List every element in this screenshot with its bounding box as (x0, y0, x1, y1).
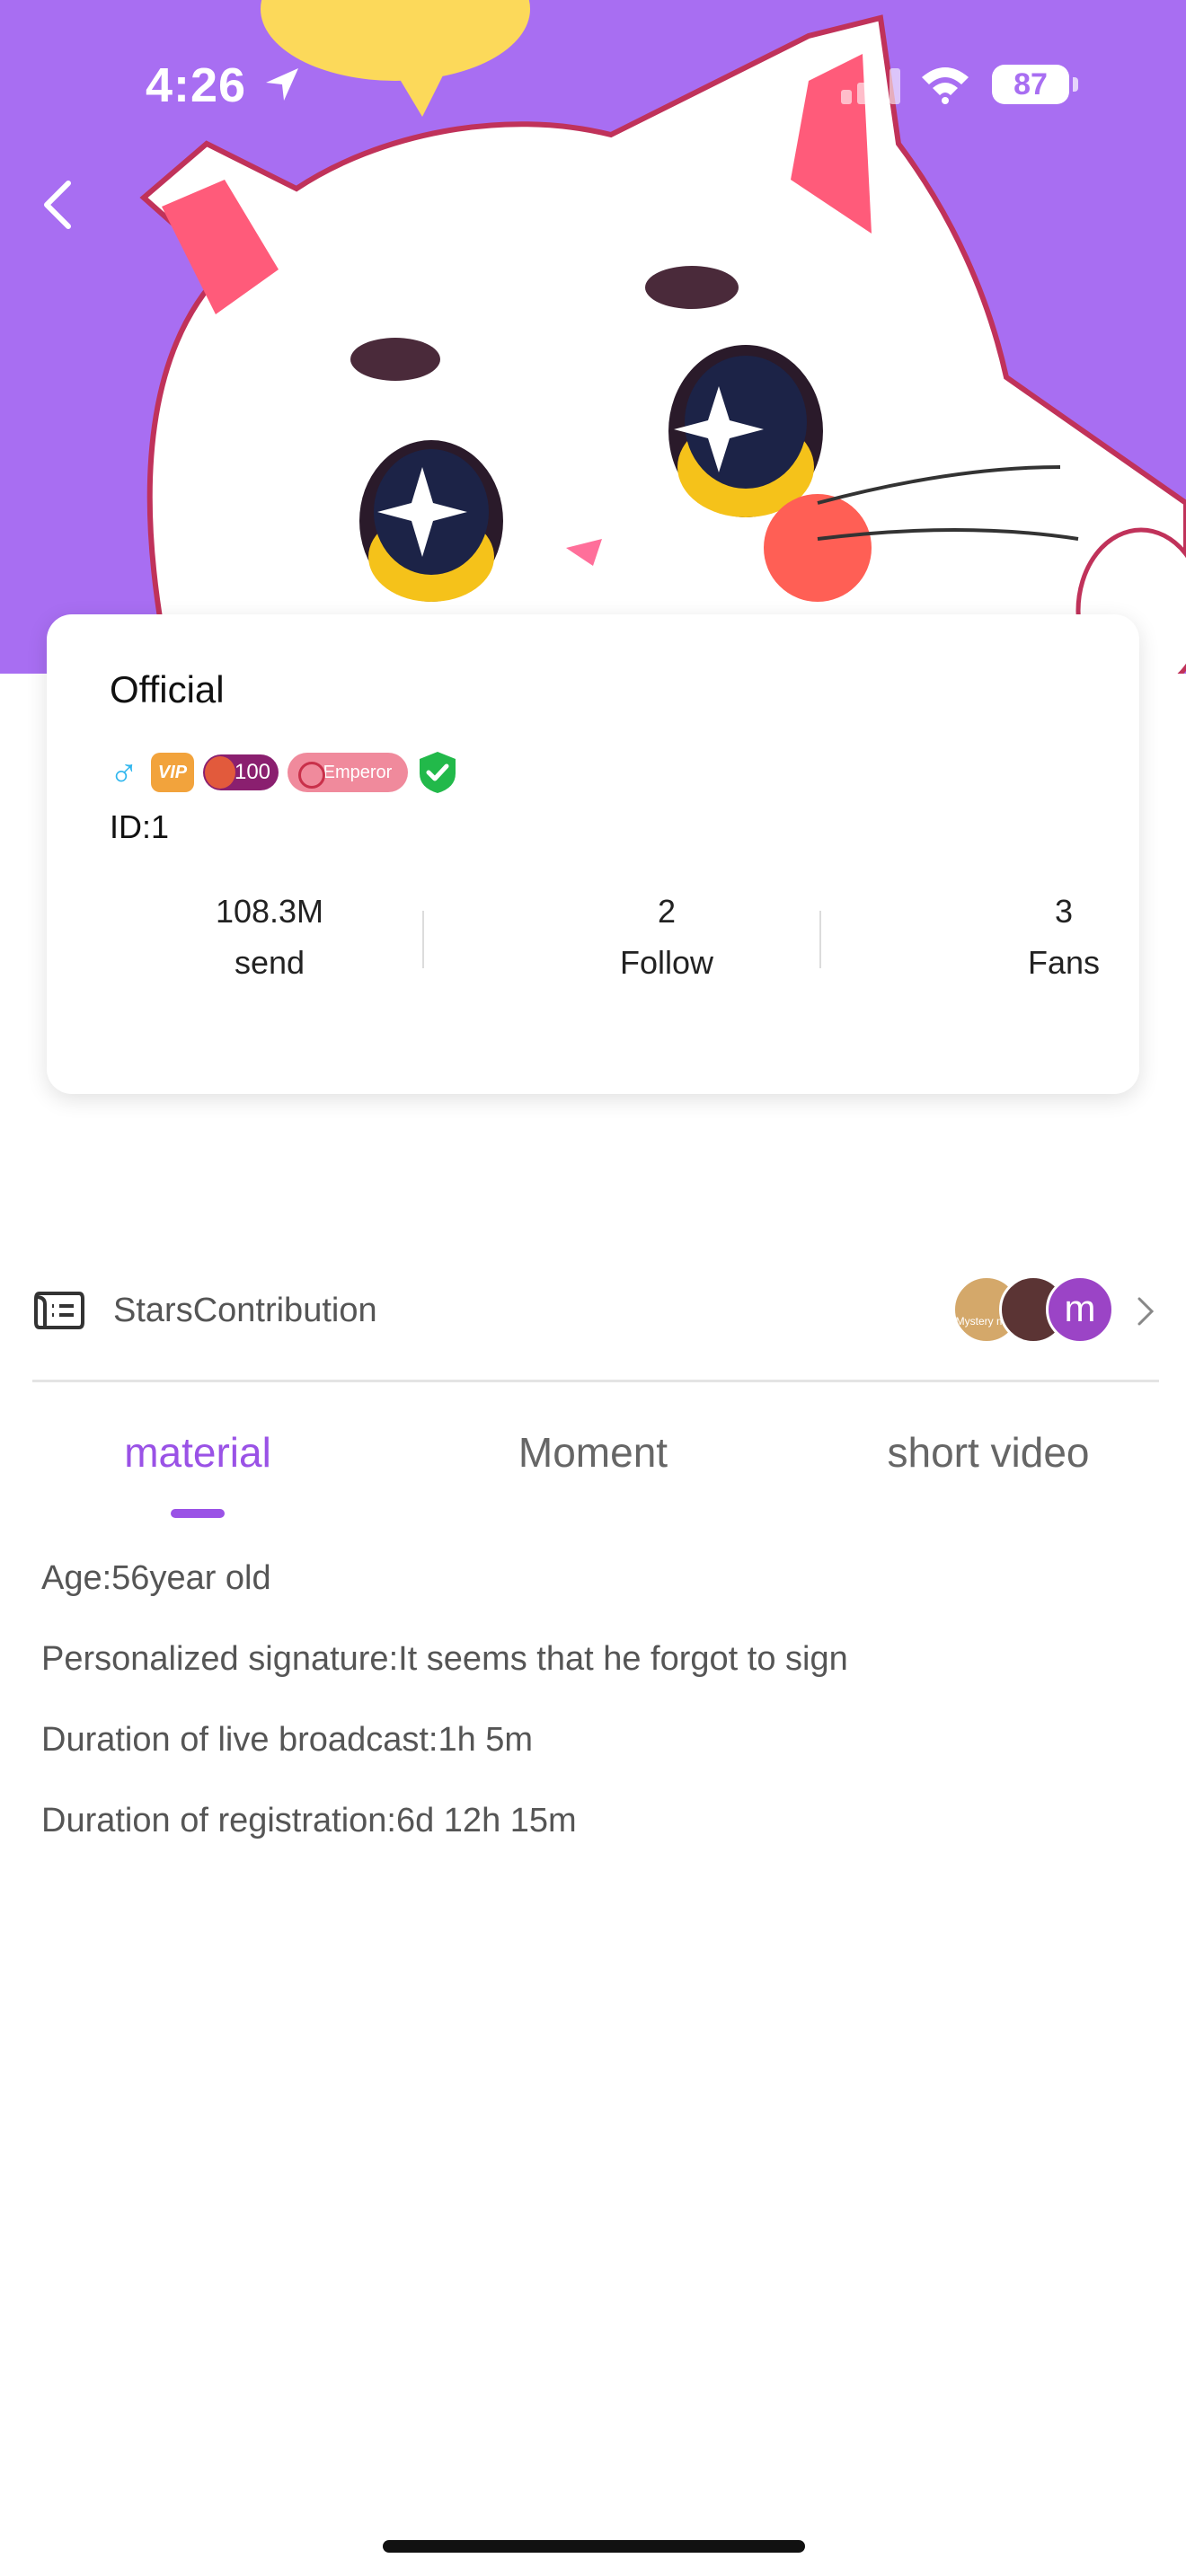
badge-row: ♂ VIP 100 Emperor (106, 749, 458, 796)
profile-id: ID:1 (110, 808, 170, 845)
signature-text: Personalized signature:It seems that he … (41, 1640, 848, 1678)
stat-value: 3 (1054, 893, 1074, 930)
verified-shield-icon (420, 752, 456, 793)
contributor-avatars: Mystery man m (952, 1275, 1150, 1347)
stat-value: 108.3M (215, 893, 324, 930)
stats-row: 108.3M send 2 Follow 3 Fans (47, 889, 1139, 988)
cellular-signal-icon (841, 68, 900, 104)
battery-level: 87 (1013, 67, 1048, 101)
wifi-icon (922, 67, 969, 104)
stat-label: Fans (1027, 944, 1101, 981)
tab-bar: material Moment short video (0, 1428, 1186, 1518)
chevron-right-icon (1137, 1297, 1155, 1326)
stat-label: Follow (619, 944, 714, 981)
profile-card: Official ♂ VIP 100 Emperor ID:1 108.3M s… (47, 614, 1139, 1094)
registration-duration-text: Duration of registration:6d 12h 15m (41, 1802, 577, 1839)
vip-badge: VIP (151, 753, 194, 792)
stat-divider (422, 911, 424, 968)
level-badge: 100 (203, 754, 279, 790)
home-indicator[interactable] (383, 2540, 805, 2553)
material-info: Age:56year old Personalized signature:It… (41, 1538, 1155, 1861)
stat-fans[interactable]: 3 Fans (929, 889, 1186, 992)
tab-material[interactable]: material (90, 1428, 305, 1477)
avatar: m (1046, 1275, 1114, 1344)
location-arrow-icon (266, 68, 298, 101)
section-divider (32, 1380, 1159, 1382)
tab-moment[interactable]: Moment (485, 1428, 701, 1477)
status-time: 4:26 (146, 58, 247, 112)
age-text: Age:56year old (41, 1559, 271, 1597)
stat-label: send (234, 944, 305, 981)
status-bar: 4:26 87 (0, 54, 1186, 117)
battery-indicator: 87 (992, 65, 1069, 104)
live-duration-text: Duration of live broadcast:1h 5m (41, 1721, 534, 1759)
ranking-list-icon (34, 1292, 84, 1329)
stat-divider (819, 911, 821, 968)
back-icon[interactable] (32, 169, 86, 241)
tab-short-video[interactable]: short video (845, 1428, 1132, 1477)
stat-follow[interactable]: 2 Follow (532, 889, 801, 992)
stat-send[interactable]: 108.3M send (135, 889, 404, 992)
male-gender-icon: ♂ (109, 750, 139, 794)
stars-contribution-label: StarsContribution (113, 1292, 377, 1329)
active-tab-indicator (171, 1509, 225, 1518)
emperor-badge: Emperor (288, 753, 408, 792)
stars-contribution-row[interactable]: StarsContribution Mystery man m (32, 1266, 1164, 1353)
profile-name: Official (110, 668, 225, 710)
stat-value: 2 (657, 893, 677, 930)
battery-tip (1073, 77, 1078, 92)
